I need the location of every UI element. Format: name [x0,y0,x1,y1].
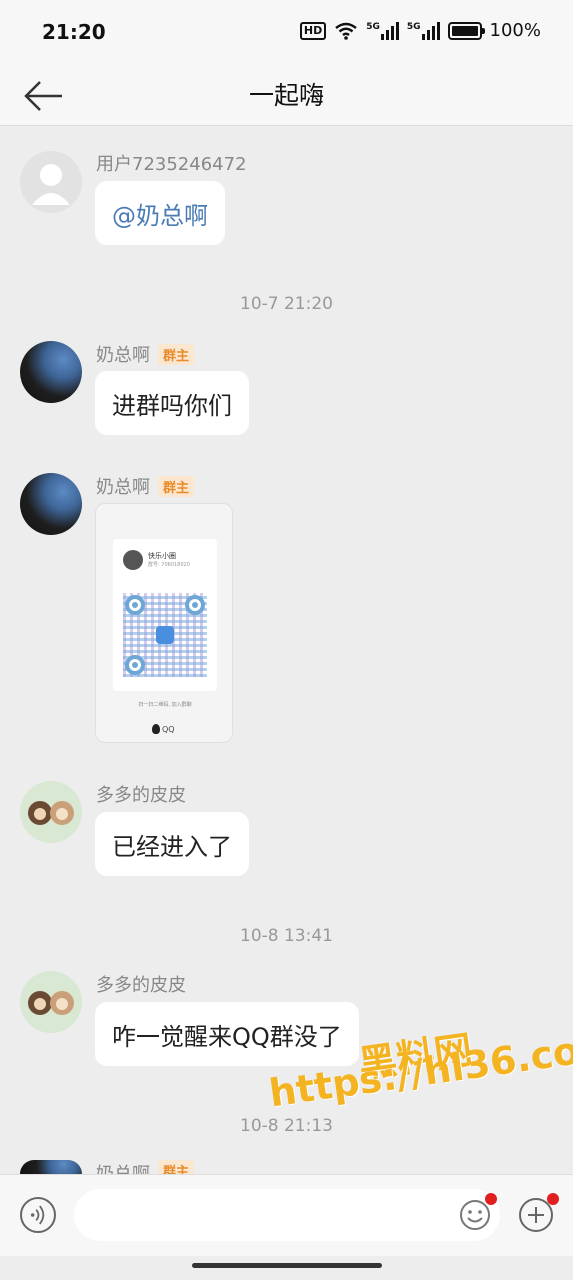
avatar[interactable] [20,971,82,1033]
sim2-label: 5G [406,21,421,32]
group-name: 快乐小圈 [148,552,176,560]
qr-tip: 扫一扫二维码, 加入群聊 [138,702,192,708]
voice-icon[interactable] [20,1197,56,1233]
hd-icon: HD [299,21,327,40]
chat-header: 一起嗨 [0,64,573,126]
message-input[interactable] [74,1189,500,1241]
emoji-icon[interactable] [459,1199,491,1231]
wifi-icon [335,22,357,40]
message-bubble[interactable]: 咋一觉醒来QQ群没了 [95,1002,359,1066]
sender-name: 奶总啊 群主 [96,1160,195,1174]
avatar[interactable] [20,781,82,843]
status-time: 21:20 [42,20,106,44]
signal-icon: 5G [366,21,399,40]
group-avatar [123,550,143,570]
owner-badge: 群主 [158,475,195,497]
avatar[interactable] [20,1160,82,1174]
signal-icon-2: 5G [406,21,440,40]
emoji-notify-dot [485,1193,497,1205]
plus-notify-dot [547,1193,559,1205]
status-icons: HD 5G 5G 100% [299,20,541,41]
avatar[interactable] [20,151,82,213]
input-bar [0,1174,573,1256]
group-number: 群号: 706018020 [148,562,190,568]
message-bubble[interactable]: @奶总啊 [95,181,225,245]
battery-icon [447,21,485,40]
timestamp: 10-8 21:13 [240,1116,333,1136]
status-bar: 21:20 HD 5G 5G 100% [0,0,573,64]
sender-name: 多多的皮皮 [96,975,186,996]
message-bubble[interactable]: 进群吗你们 [95,371,249,435]
owner-badge: 群主 [158,343,195,365]
battery-percent: 100% [489,20,541,41]
sender-name: 用户7235246472 [96,154,247,175]
avatar[interactable] [20,341,82,403]
timestamp: 10-8 13:41 [240,926,333,946]
sender-name: 奶总啊 群主 [96,341,195,367]
timestamp: 10-7 21:20 [240,294,333,314]
qq-logo: QQ [152,724,175,734]
qr-code [123,593,207,677]
avatar[interactable] [20,473,82,535]
home-indicator[interactable] [192,1263,382,1268]
chat-title: 一起嗨 [248,81,324,110]
penguin-icon [152,724,160,734]
message-bubble[interactable]: 已经进入了 [95,812,249,876]
qr-image-message[interactable]: 快乐小圈 群号: 706018020 扫一扫二维码, 加入群聊 QQ [95,503,233,743]
sender-name: 奶总啊 群主 [96,473,195,499]
qr-card: 快乐小圈 群号: 706018020 [113,539,217,691]
sim1-label: 5G [366,21,380,32]
owner-badge: 群主 [158,1160,195,1174]
sender-name: 多多的皮皮 [96,785,186,806]
